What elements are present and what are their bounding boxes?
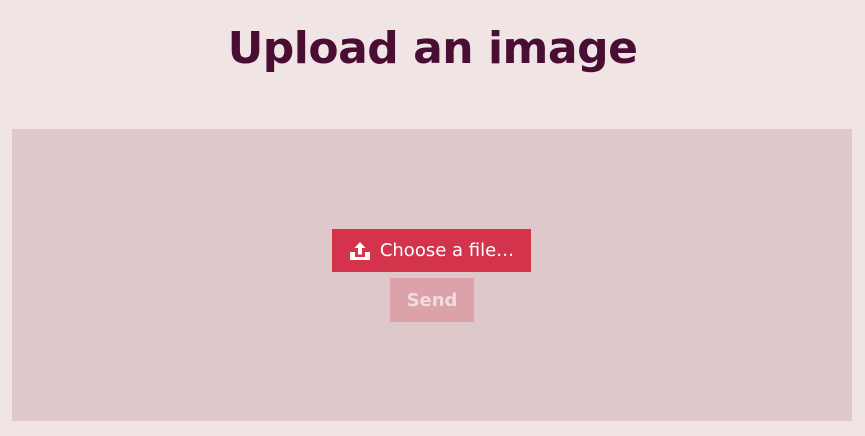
page-title: Upload an image — [227, 23, 638, 74]
send-button[interactable]: Send — [390, 278, 474, 322]
choose-file-button[interactable]: Choose a file… — [332, 229, 531, 272]
upload-dropzone[interactable]: Choose a file… Send — [12, 129, 852, 421]
upload-icon — [349, 241, 371, 261]
choose-file-label: Choose a file… — [379, 240, 515, 261]
